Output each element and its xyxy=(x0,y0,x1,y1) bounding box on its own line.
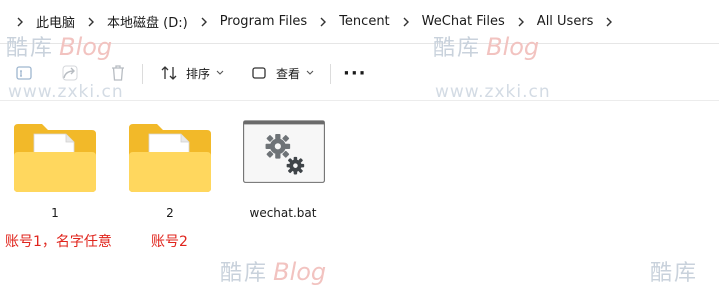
breadcrumb-item-tencent[interactable]: Tencent xyxy=(339,12,389,31)
annotation-account-2: 账号2 xyxy=(151,234,188,250)
folder-icon xyxy=(129,124,211,192)
breadcrumb-item-this-pc[interactable]: 此电脑 xyxy=(36,10,75,33)
file-list: 1 2 wechat.bat 账号1，名字任意 账号2 xyxy=(0,101,719,291)
sort-icon xyxy=(161,66,177,80)
chevron-right-icon[interactable] xyxy=(399,15,413,29)
delete-icon[interactable] xyxy=(108,63,128,83)
annotation-account-1: 账号1，名字任意 xyxy=(5,234,112,250)
breadcrumb-item-local-disk[interactable]: 本地磁盘 (D:) xyxy=(107,10,188,33)
view-button[interactable]: 查看 xyxy=(250,61,314,85)
chevron-right-icon[interactable] xyxy=(13,15,27,29)
file-name: 1 xyxy=(51,206,59,220)
file-item-wechat-bat[interactable]: wechat.bat xyxy=(228,101,338,231)
breadcrumb: 此电脑 本地磁盘 (D:) Program Files Tencent WeCh… xyxy=(0,0,719,44)
more-options-button[interactable]: ··· xyxy=(343,61,367,85)
toolbar-divider xyxy=(330,64,331,84)
chevron-right-icon[interactable] xyxy=(514,15,528,29)
file-name: wechat.bat xyxy=(249,206,317,220)
toolbar-divider xyxy=(142,64,143,84)
folder-item-2[interactable]: 2 xyxy=(115,101,225,231)
folder-icon xyxy=(14,124,96,192)
batch-file-icon xyxy=(243,120,325,183)
view-label: 查看 xyxy=(276,66,301,81)
breadcrumb-item-all-users[interactable]: All Users xyxy=(537,12,594,31)
rename-icon[interactable] xyxy=(14,63,34,83)
sort-button[interactable]: 排序 xyxy=(160,61,224,85)
chevron-right-icon[interactable] xyxy=(602,15,616,29)
file-name: 2 xyxy=(166,206,174,220)
share-icon[interactable] xyxy=(60,63,80,83)
breadcrumb-item-wechat-files[interactable]: WeChat Files xyxy=(422,12,505,31)
chevron-right-icon[interactable] xyxy=(84,15,98,29)
chevron-right-icon[interactable] xyxy=(197,15,211,29)
folder-item-1[interactable]: 1 xyxy=(0,101,110,231)
view-icon xyxy=(252,67,266,79)
chevron-down-icon xyxy=(306,70,314,75)
breadcrumb-item-program-files[interactable]: Program Files xyxy=(220,12,308,31)
command-bar: 排序 查看 ··· xyxy=(0,45,719,101)
sort-label: 排序 xyxy=(186,66,211,81)
chevron-down-icon xyxy=(216,70,224,75)
chevron-right-icon[interactable] xyxy=(316,15,330,29)
